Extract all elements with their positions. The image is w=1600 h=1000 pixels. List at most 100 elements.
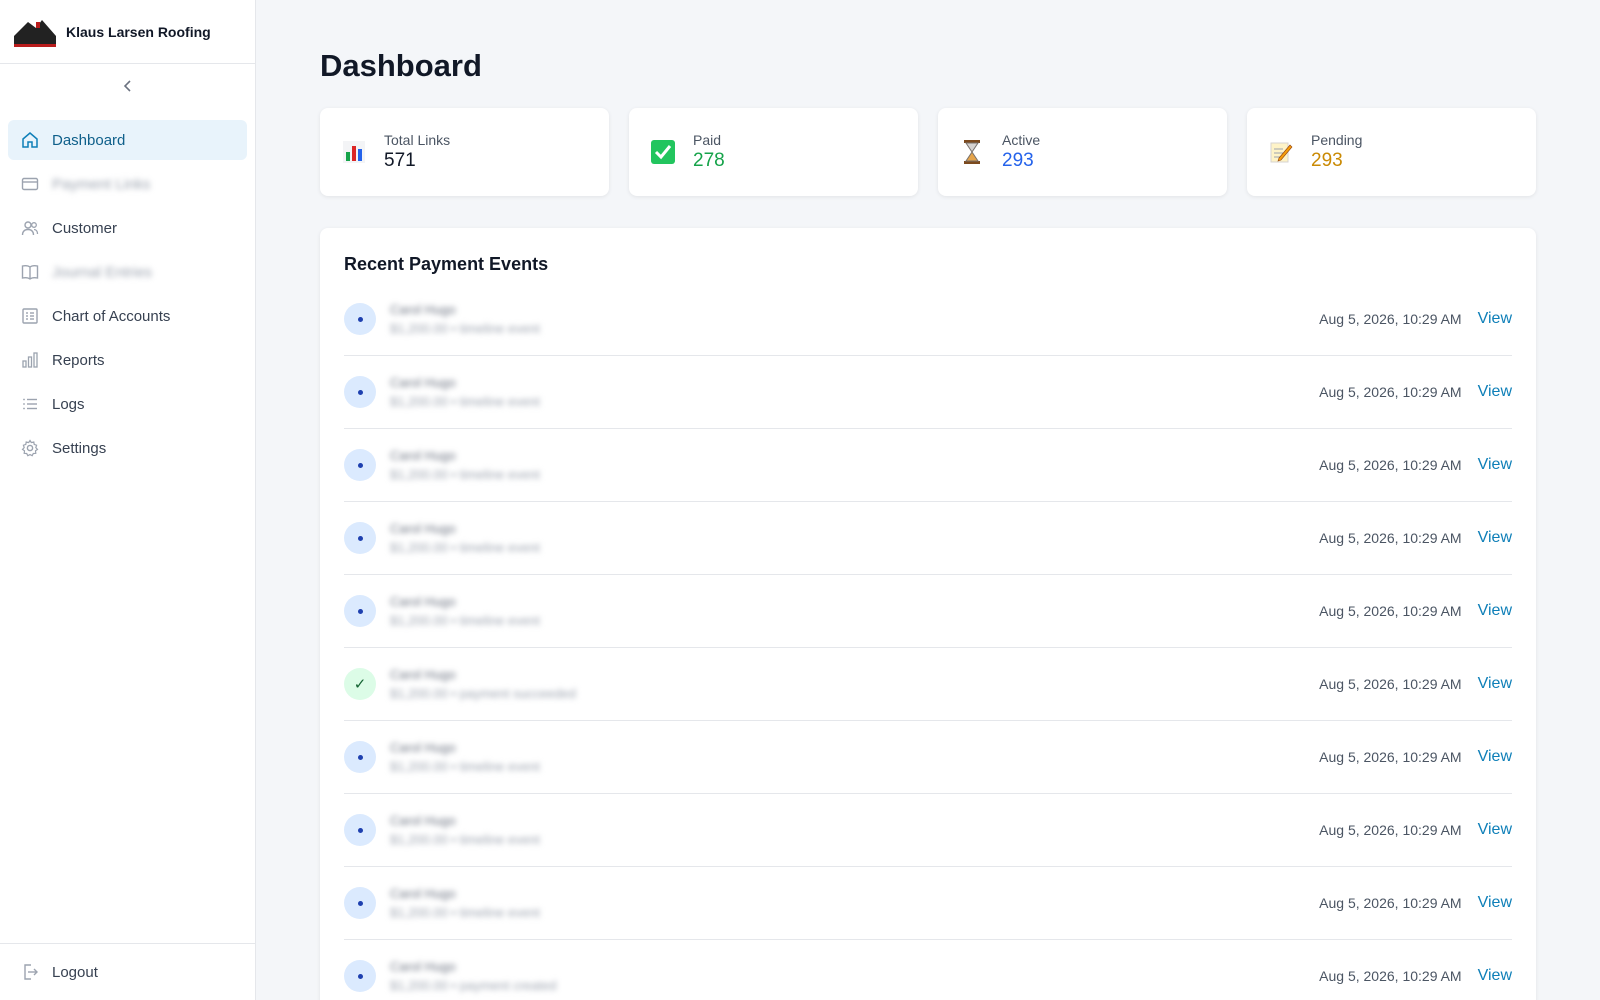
sidebar: Klaus Larsen Roofing Dashboard Payment L… [0,0,256,1000]
event-row: Carol Hugo $1,200.00 • timeline event Aug … [344,502,1512,575]
event-customer-name: Carol Hugo [390,448,456,463]
event-detail: $1,200.00 • timeline event [390,832,540,847]
event-row: Carol Hugo $1,200.00 • timeline event Aug … [344,429,1512,502]
event-timestamp: Aug 5, 2026, 10:29 AM [1319,749,1462,765]
view-event-link[interactable]: View [1478,602,1512,620]
credit-card-icon [20,174,40,194]
page-title: Dashboard [320,48,482,83]
sidebar-item-settings[interactable]: Settings [8,428,247,468]
event-detail: $1,200.00 • timeline event [390,613,540,628]
event-text: Carol Hugo $1,200.00 • timeline event [390,886,1319,920]
view-event-link[interactable]: View [1478,675,1512,693]
check-mark-icon [649,138,677,166]
check-icon: ✓ [344,668,376,700]
event-timestamp: Aug 5, 2026, 10:29 AM [1319,895,1462,911]
event-text: Carol Hugo $1,200.00 • timeline event [390,594,1319,628]
main-content: Dashboard Total Links 571 Paid 278 Activ… [256,0,1600,1000]
event-detail: $1,200.00 • timeline event [390,467,540,482]
event-detail: $1,200.00 • timeline event [390,905,540,920]
sidebar-item-customer[interactable]: Customer [8,208,247,248]
stat-card-pending: Pending 293 [1247,108,1536,196]
view-event-link[interactable]: View [1478,529,1512,547]
sidebar-item-label: Chart of Accounts [52,307,171,325]
brand-header[interactable]: Klaus Larsen Roofing [0,0,255,64]
event-customer-name: Carol Hugo [390,740,456,755]
stat-label: Pending [1311,132,1363,148]
events-title: Recent Payment Events [344,254,549,274]
view-event-link[interactable]: View [1478,821,1512,839]
sidebar-item-label: Journal Entries [52,263,153,281]
logout-label: Logout [52,963,98,981]
sidebar-item-label: Customer [52,219,118,237]
stats-row: Total Links 571 Paid 278 Active 293 Pend… [320,108,1536,196]
sidebar-item-logs[interactable]: Logs [8,384,247,424]
event-text: Carol Hugo $1,200.00 • timeline event [390,521,1319,555]
event-detail: $1,200.00 • timeline event [390,394,540,409]
chevron-left-icon [121,79,135,98]
view-event-link[interactable]: View [1478,894,1512,912]
event-row: Carol Hugo $1,200.00 • timeline event Aug … [344,283,1512,356]
event-text: Carol Hugo $1,200.00 • payment created [390,959,1319,993]
sidebar-item-chart-of-accounts[interactable]: Chart of Accounts [8,296,247,336]
dot-icon [344,887,376,919]
hourglass-icon [958,138,986,166]
sidebar-item-journal-entries[interactable]: Journal Entries [8,252,247,292]
stat-value: 293 [1311,150,1343,171]
memo-icon [1267,138,1295,166]
event-row: Carol Hugo $1,200.00 • timeline event Aug … [344,794,1512,867]
stat-value: 571 [384,150,416,171]
event-customer-name: Carol Hugo [390,375,456,390]
event-detail: $1,200.00 • payment created [390,978,557,993]
view-event-link[interactable]: View [1478,310,1512,328]
event-row: ✓ Carol Hugo $1,200.00 • payment succeeded… [344,648,1512,721]
view-event-link[interactable]: View [1478,748,1512,766]
collapse-sidebar-button[interactable] [0,64,255,112]
event-detail: $1,200.00 • timeline event [390,321,540,336]
gear-icon [20,438,40,458]
sidebar-item-dashboard[interactable]: Dashboard [8,120,247,160]
view-event-link[interactable]: View [1478,383,1512,401]
stat-card-active: Active 293 [938,108,1227,196]
event-timestamp: Aug 5, 2026, 10:29 AM [1319,384,1462,400]
event-customer-name: Carol Hugo [390,594,456,609]
sidebar-item-label: Logs [52,395,85,413]
stat-label: Paid [693,132,722,148]
dot-icon [344,595,376,627]
event-text: Carol Hugo $1,200.00 • timeline event [390,740,1319,774]
users-icon [20,218,40,238]
sidebar-item-label: Settings [52,439,107,457]
logout-button[interactable]: Logout [8,952,247,992]
logout-icon [20,962,40,982]
stat-value: 278 [693,150,725,171]
event-row: Carol Hugo $1,200.00 • timeline event Aug … [344,867,1512,940]
event-timestamp: Aug 5, 2026, 10:29 AM [1319,311,1462,327]
stat-label: Active [1002,132,1041,148]
event-detail: $1,200.00 • timeline event [390,759,540,774]
sidebar-item-reports[interactable]: Reports [8,340,247,380]
event-customer-name: Carol Hugo [390,302,456,317]
event-customer-name: Carol Hugo [390,521,456,536]
stat-label: Total Links [384,132,451,148]
dot-icon [344,449,376,481]
event-customer-name: Carol Hugo [390,667,456,682]
event-list: Carol Hugo $1,200.00 • timeline event Aug … [344,283,1512,1000]
view-event-link[interactable]: View [1478,967,1512,985]
recent-payment-events-panel: Recent Payment Events Carol Hugo $1,200.0… [320,228,1536,1000]
stat-card-total-links: Total Links 571 [320,108,609,196]
event-detail: $1,200.00 • timeline event [390,540,540,555]
view-event-link[interactable]: View [1478,456,1512,474]
ledger-icon [20,306,40,326]
event-row: Carol Hugo $1,200.00 • payment created Aug… [344,940,1512,1000]
sidebar-footer: Logout [0,943,255,1000]
event-customer-name: Carol Hugo [390,959,456,974]
event-text: Carol Hugo $1,200.00 • timeline event [390,375,1319,409]
event-timestamp: Aug 5, 2026, 10:29 AM [1319,822,1462,838]
sidebar-item-payment-links[interactable]: Payment Links [8,164,247,204]
sidebar-item-label: Payment Links [52,175,151,193]
event-timestamp: Aug 5, 2026, 10:29 AM [1319,968,1462,984]
event-timestamp: Aug 5, 2026, 10:29 AM [1319,603,1462,619]
event-row: Carol Hugo $1,200.00 • timeline event Aug … [344,356,1512,429]
event-detail: $1,200.00 • payment succeeded [390,686,576,701]
brand-name: Klaus Larsen Roofing [66,23,211,40]
dot-icon [344,814,376,846]
